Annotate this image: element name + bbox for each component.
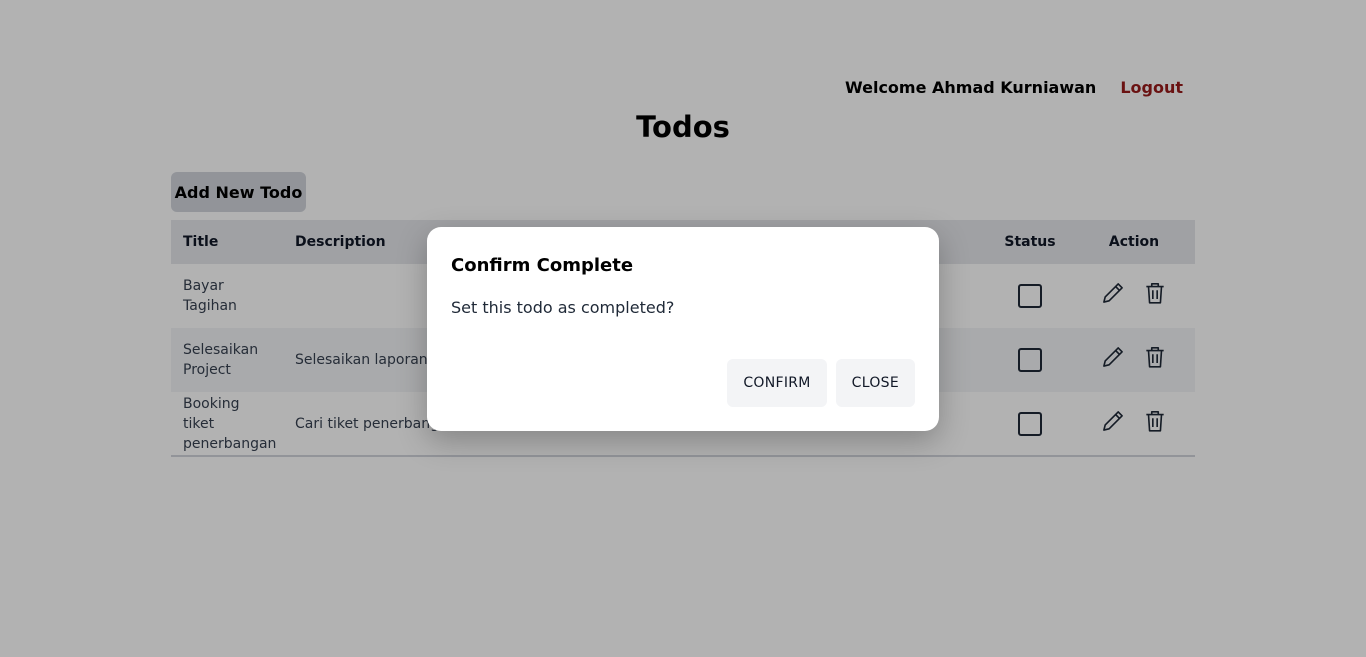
confirm-complete-dialog: Confirm Complete Set this todo as comple… [427, 227, 939, 431]
dialog-message: Set this todo as completed? [451, 298, 675, 317]
dialog-title: Confirm Complete [451, 255, 634, 276]
confirm-button[interactable]: CONFIRM [727, 359, 827, 407]
close-button[interactable]: CLOSE [835, 359, 915, 407]
dialog-actions: CONFIRM CLOSE [727, 359, 915, 407]
